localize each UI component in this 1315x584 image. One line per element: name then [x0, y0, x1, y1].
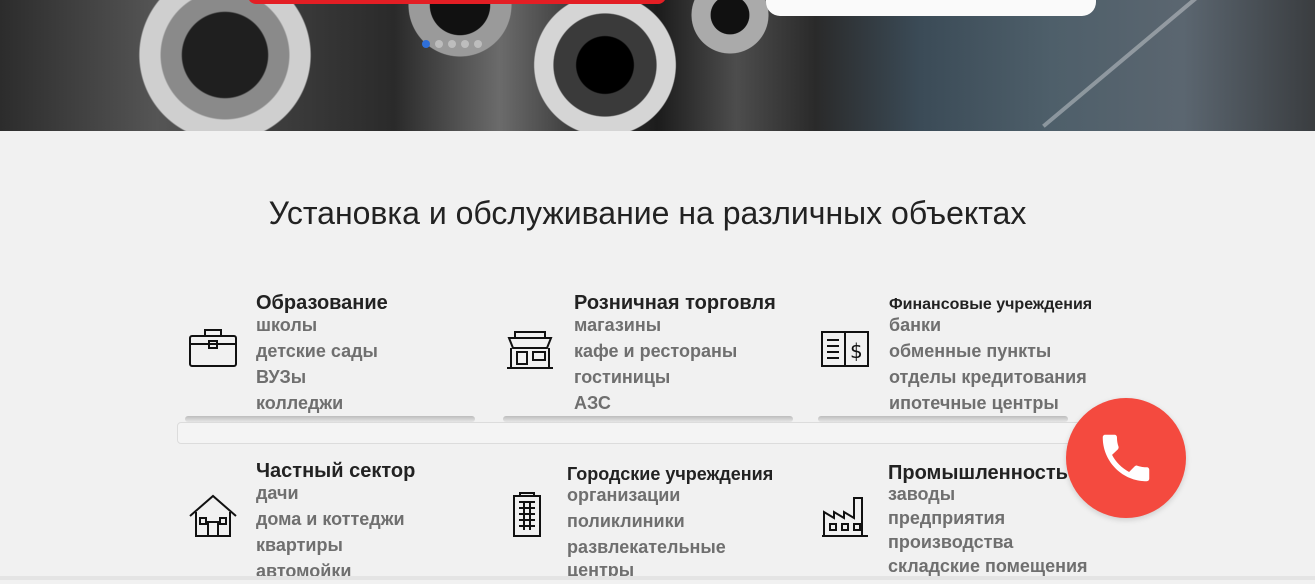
category-items: магазины кафе и рестораны гостиницы АЗС	[574, 312, 737, 416]
list-item: дачи	[256, 483, 299, 503]
slider-dot-2[interactable]	[435, 40, 443, 48]
list-item: школы	[256, 315, 318, 335]
category-items: банки обменные пункты отделы кредитовани…	[889, 312, 1087, 416]
list-item: развлекательные	[567, 537, 726, 557]
briefcase-icon	[186, 322, 240, 376]
list-item: магазины	[574, 315, 662, 335]
phone-icon	[1102, 434, 1150, 482]
category-items: дачи дома и коттеджи квартиры автомойки	[256, 480, 405, 584]
list-item: кафе и рестораны	[574, 341, 738, 361]
list-item: отделы кредитования	[889, 367, 1087, 387]
slider-dot-3[interactable]	[448, 40, 456, 48]
list-item: ВУЗы	[256, 367, 307, 387]
svg-text:$: $	[850, 339, 863, 363]
hero-banner	[0, 0, 1315, 131]
list-item: обменные пункты	[889, 341, 1052, 361]
list-item: квартиры	[256, 535, 343, 555]
section-title: Установка и обслуживание на различных об…	[268, 195, 1027, 231]
slider-dot-5[interactable]	[474, 40, 482, 48]
list-item: производства	[888, 532, 1014, 552]
call-button[interactable]	[1066, 398, 1186, 518]
factory-icon	[818, 490, 872, 544]
house-icon	[186, 490, 240, 544]
slider-dots	[422, 40, 482, 48]
hero-decoration	[1042, 0, 1198, 128]
list-item: дома и коттеджи	[256, 509, 405, 529]
list-item: предприятия	[888, 508, 1006, 528]
finance-icon: $	[818, 322, 872, 376]
slider-dot-1[interactable]	[422, 40, 430, 48]
list-item: АЗС	[574, 393, 611, 413]
hero-button-edge[interactable]	[248, 0, 666, 4]
hero-form-card	[766, 0, 1096, 16]
category-items: заводы предприятия производства складски…	[888, 482, 1088, 578]
category-items: школы детские сады ВУЗы колледжи	[256, 312, 378, 416]
list-item: ипотечные центры	[889, 393, 1059, 413]
list-item: поликлиники	[567, 511, 685, 531]
shop-icon	[503, 322, 557, 376]
list-item: складские помещения	[888, 556, 1088, 576]
row-divider	[177, 422, 1082, 444]
list-item: заводы	[888, 484, 956, 504]
building-icon	[500, 490, 554, 544]
list-item: банки	[889, 315, 942, 335]
list-item: организации	[567, 485, 681, 505]
list-item: детские сады	[256, 341, 378, 361]
bottom-border	[0, 576, 1315, 580]
slider-dot-4[interactable]	[461, 40, 469, 48]
list-item: гостиницы	[574, 367, 671, 387]
category-items: организации поликлиники развлекательные …	[567, 482, 726, 580]
list-item: автомойки	[256, 561, 352, 581]
list-item: колледжи	[256, 393, 344, 413]
